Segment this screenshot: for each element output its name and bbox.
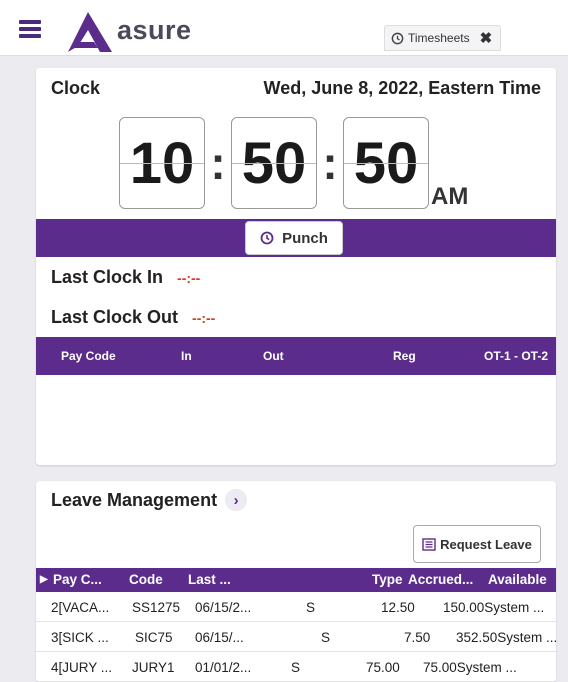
- column-header[interactable]: Last ...: [188, 572, 231, 587]
- request-leave-button[interactable]: Request Leave: [413, 525, 541, 563]
- pay-code-cell: 2[VACA...: [51, 600, 110, 615]
- accrued-cell: 7.50: [404, 630, 431, 645]
- request-leave-label: Request Leave: [440, 536, 532, 552]
- pay-code-cell: 4[JURY ...: [51, 660, 113, 675]
- type-cell: S: [306, 600, 316, 615]
- clock-header: Clock Wed, June 8, 2022, Eastern Time: [51, 78, 541, 99]
- column-header[interactable]: Pay C...: [53, 572, 102, 587]
- last-cell: 06/15/...: [195, 630, 244, 645]
- last-clock-in-value: --:--: [177, 270, 201, 286]
- column-header: Reg: [393, 349, 416, 363]
- last-clock-out: Last Clock Out --:--: [51, 307, 215, 328]
- close-icon[interactable]: ✖: [480, 29, 493, 47]
- last-cell: 01/01/2...: [195, 660, 252, 675]
- table-row[interactable]: 2[VACA... SS1275 06/15/2... S 12.50 150.…: [36, 592, 556, 622]
- last-clock-out-value: --:--: [192, 310, 216, 326]
- last-clock-in: Last Clock In --:--: [51, 267, 200, 288]
- column-header[interactable]: Type: [372, 572, 403, 587]
- table-row[interactable]: 3[SICK ... SIC75 06/15/... S 7.50 352.50…: [36, 622, 556, 652]
- seconds-display: 50: [343, 117, 429, 209]
- column-header: OT-1 - OT-2: [484, 349, 549, 363]
- code-cell: JURY1: [132, 660, 175, 675]
- document-icon: [422, 537, 436, 551]
- clock-icon: [260, 231, 274, 245]
- menu-icon[interactable]: [19, 20, 41, 38]
- column-header: In: [181, 349, 192, 363]
- time-display: 10 : 50 : 50: [119, 117, 429, 209]
- chevron-right-icon[interactable]: ›: [225, 489, 248, 511]
- clock-date: Wed, June 8, 2022, Eastern Time: [263, 78, 541, 98]
- leave-table-header: ▶ Pay C... Code Last ... Type Accrued...…: [36, 568, 556, 592]
- type-cell: S: [291, 660, 301, 675]
- column-header[interactable]: Accrued...: [408, 572, 473, 587]
- accrued-cell: 12.50: [381, 600, 415, 615]
- logo-text: asure: [117, 15, 192, 45]
- punch-bar: Punch: [36, 219, 556, 257]
- clock-card: Clock Wed, June 8, 2022, Eastern Time 10…: [36, 68, 556, 465]
- table-row[interactable]: 4[JURY ... JURY1 01/01/2... S 75.00 75.0…: [36, 652, 556, 682]
- type-cell: S: [321, 630, 331, 645]
- time-separator: :: [322, 137, 338, 189]
- clock-icon: [391, 32, 404, 44]
- column-header[interactable]: Code: [129, 572, 163, 587]
- hours-display: 10: [119, 117, 205, 209]
- tab-label: Timesheets: [408, 31, 470, 45]
- column-header: Pay Code: [61, 349, 116, 363]
- last-clock-out-label: Last Clock Out: [51, 307, 179, 327]
- pay-code-cell: 3[SICK ...: [51, 630, 109, 645]
- punch-table-header: Pay Code In Out Reg OT-1 - OT-2: [36, 337, 556, 375]
- logo-icon: [68, 12, 112, 52]
- column-header: Out: [263, 349, 284, 363]
- minutes-display: 50: [231, 117, 317, 209]
- accrued-cell: 75.00: [366, 660, 400, 675]
- punch-button[interactable]: Punch: [245, 221, 343, 255]
- punch-label: Punch: [282, 229, 328, 247]
- last-cell: 06/15/2...: [195, 600, 252, 615]
- column-header[interactable]: Available: [488, 572, 547, 587]
- leave-title: Leave Management: [51, 489, 218, 510]
- leave-header: Leave Management ›: [51, 489, 248, 511]
- available-cell: 352.50System ...: [456, 630, 556, 645]
- expand-icon[interactable]: ▶: [40, 574, 48, 585]
- last-clock-in-label: Last Clock In: [51, 267, 164, 287]
- leave-management-card: Leave Management › Request Leave ▶ Pay C…: [36, 481, 556, 682]
- top-bar: asure Timesheets ✖: [0, 0, 568, 56]
- code-cell: SS1275: [132, 600, 181, 615]
- time-separator: :: [210, 137, 226, 189]
- code-cell: SIC75: [135, 630, 173, 645]
- available-cell: 150.00System ...: [443, 600, 545, 615]
- available-cell: 75.00System ...: [423, 660, 517, 675]
- clock-title: Clock: [51, 78, 101, 98]
- ampm-indicator: AM: [431, 183, 469, 210]
- tab-timesheets[interactable]: Timesheets ✖: [384, 25, 502, 51]
